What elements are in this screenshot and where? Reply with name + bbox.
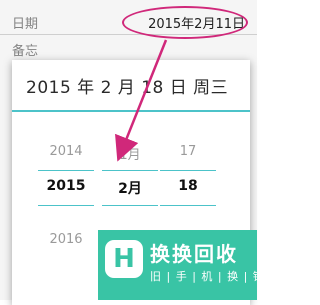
arrow-line (115, 39, 168, 162)
watermark-title: 换换回收 (150, 242, 238, 266)
logo-glyph: H (113, 244, 135, 274)
logo-icon: H (105, 240, 143, 278)
watermark-logo: H 换换回收 旧 | 手 | 机 | 换 | 钱 (98, 230, 264, 300)
watermark-subtitle: 旧 | 手 | 机 | 换 | 钱 (150, 270, 265, 283)
